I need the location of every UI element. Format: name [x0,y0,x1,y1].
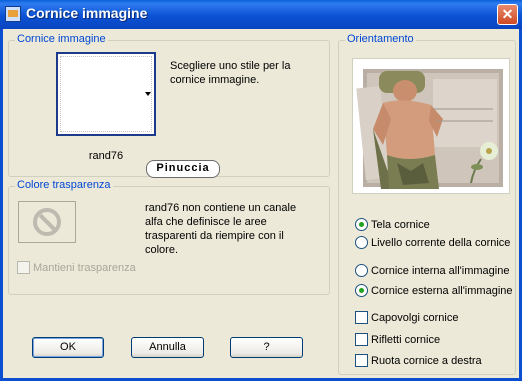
radio-selected-dot [359,288,364,293]
rotate-frame-label: Ruota cornice a destra [371,355,482,367]
title-bar[interactable]: Cornice immagine ✕ [0,0,522,29]
preview-photo-svg [353,59,509,193]
close-button[interactable]: ✕ [497,4,518,25]
radio-frame-inside-label: Cornice interna all'immagine [371,265,510,277]
watermark-badge: Pinuccia [146,160,220,178]
app-icon [5,6,21,22]
radio-current-layer-label: Livello corrente della cornice [371,237,511,249]
ok-button[interactable]: OK [32,337,104,358]
radio-frame-outside-label: Cornice esterna all'immagine [371,285,513,297]
frame-preview [60,56,152,132]
radio-current-layer[interactable] [355,236,368,249]
preview-image [352,58,510,194]
radio-frame-outside[interactable] [355,284,368,297]
mirror-frame-checkbox[interactable] [355,333,368,346]
radio-selected-dot [359,222,364,227]
selected-frame-name: rand76 [88,150,124,162]
radio-frame-canvas-label: Tela cornice [371,219,430,231]
transparency-message: rand76 non contiene un canale alfa che d… [145,202,297,256]
flip-frame-checkbox[interactable] [355,311,368,324]
dropdown-arrow-icon [145,92,151,96]
close-icon: ✕ [501,6,514,22]
cancel-button[interactable]: Annulla [131,337,204,358]
help-button[interactable]: ? [230,337,303,358]
orientation-group-legend: Orientamento [345,33,416,45]
transparency-group-legend: Colore trasparenza [15,179,113,191]
keep-transparency-checkbox[interactable] [17,261,30,274]
frame-instruction: Scegliere uno stile per la cornice immag… [170,60,291,86]
frame-style-picker[interactable] [56,52,156,136]
window-title: Cornice immagine [26,5,148,21]
mirror-frame-label: Rifletti cornice [371,334,441,346]
rotate-frame-checkbox[interactable] [355,354,368,367]
frame-group-legend: Cornice immagine [15,33,108,45]
radio-frame-inside[interactable] [355,264,368,277]
keep-transparency-label: Mantieni trasparenza [33,262,136,274]
radio-frame-canvas[interactable] [355,218,368,231]
flip-frame-label: Capovolgi cornice [371,312,459,324]
color-swatch [18,201,76,243]
